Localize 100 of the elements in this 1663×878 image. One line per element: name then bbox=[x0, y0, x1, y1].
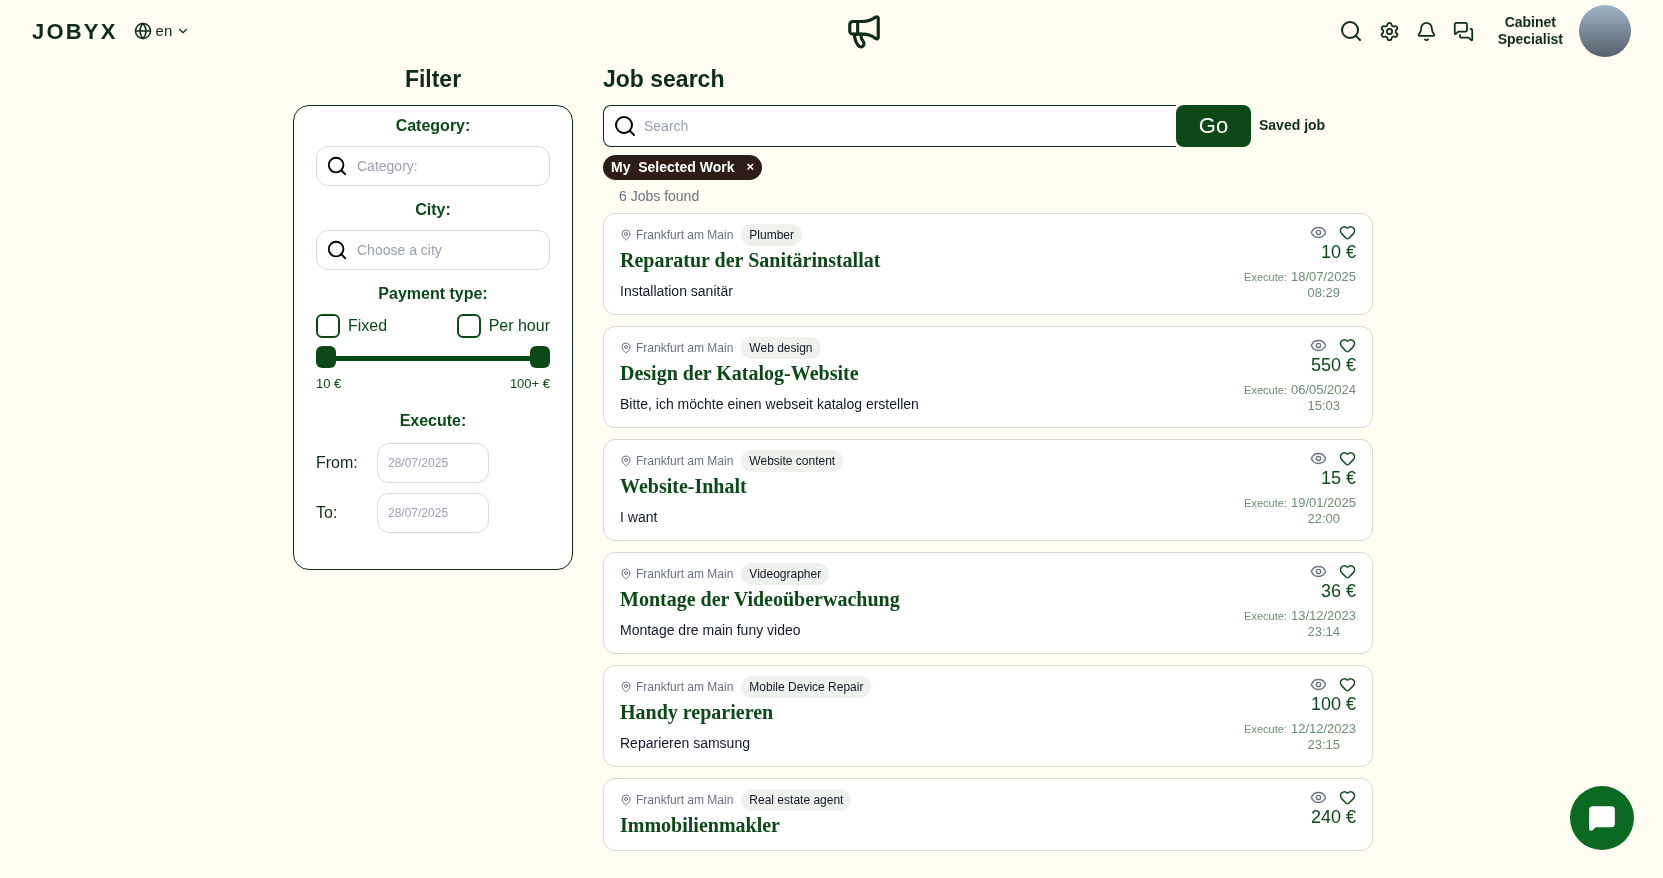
execute-time: 23:15 bbox=[1307, 737, 1340, 754]
location-pin-icon bbox=[620, 680, 632, 693]
job-tag: Web design bbox=[741, 336, 821, 359]
job-price: 10 € bbox=[1320, 240, 1356, 263]
job-tag: Videographer bbox=[741, 562, 830, 585]
job-description: I want bbox=[620, 507, 659, 527]
job-search-title: Job search bbox=[603, 65, 726, 94]
job-title[interactable]: Website-Inhalt bbox=[620, 473, 844, 499]
job-card[interactable]: Frankfurt am Main Web design Design der Katalog-Website Bitte, ich möchte einen webseit katalog erstellen 550 € Execute: 06/05/2024 15:03 bbox=[603, 325, 1373, 428]
city-label: City: bbox=[415, 199, 451, 220]
job-description: Reparieren samsung bbox=[620, 733, 751, 753]
job-title[interactable]: Immobilienmakler bbox=[620, 812, 852, 838]
date-field[interactable]: 28/07/2025 bbox=[377, 443, 489, 483]
price-slider[interactable] bbox=[316, 345, 550, 370]
heart-icon[interactable] bbox=[1339, 449, 1356, 467]
filter-chip[interactable]: My Selected Work × bbox=[603, 154, 763, 180]
job-card[interactable]: Frankfurt am Main Plumber Reparatur der Sanitärinstallat Installation sanitär 10 € Execute: 18/07/2025 08:29 bbox=[603, 212, 1373, 315]
location-pin-icon bbox=[620, 567, 632, 580]
job-tag: Website content bbox=[741, 449, 844, 472]
execute-time: 22:00 bbox=[1307, 511, 1340, 528]
execute-date: 18/07/2025 bbox=[1290, 269, 1356, 286]
search-icon bbox=[326, 238, 348, 261]
job-price: 100 € bbox=[1310, 692, 1356, 715]
job-price: 240 € bbox=[1310, 805, 1356, 828]
job-city: Frankfurt am Main bbox=[636, 791, 734, 809]
job-card[interactable]: Frankfurt am Main Mobile Device Repair Handy reparieren Reparieren samsung 100 € Execute: 12/12/2023 23:15 bbox=[603, 664, 1373, 767]
checkbox[interactable] bbox=[456, 313, 481, 338]
execute-label: Execute: bbox=[1244, 497, 1287, 511]
execute-label: Execute: bbox=[1244, 271, 1287, 285]
date-label: From: bbox=[316, 453, 359, 473]
slider-thumb[interactable] bbox=[316, 345, 336, 368]
job-card[interactable]: Frankfurt am Main Website content Website-Inhalt I want 15 € Execute: 19/01/2025 22:00 bbox=[603, 438, 1373, 541]
heart-icon[interactable] bbox=[1339, 788, 1356, 806]
filter-title: Filter bbox=[404, 65, 462, 94]
job-description: Installation sanitär bbox=[620, 281, 734, 301]
bell-icon[interactable] bbox=[1415, 20, 1437, 42]
execute-label: Execute: bbox=[1244, 610, 1287, 624]
heart-icon[interactable] bbox=[1339, 675, 1356, 693]
date-field[interactable]: 28/07/2025 bbox=[377, 493, 489, 533]
execute-time: 15:03 bbox=[1307, 398, 1340, 415]
job-title[interactable]: Design der Katalog-Website bbox=[620, 360, 919, 386]
job-city: Frankfurt am Main bbox=[636, 339, 734, 357]
min-price: 10 € bbox=[316, 374, 342, 393]
execute-date: 12/12/2023 bbox=[1290, 721, 1356, 738]
settings-icon[interactable] bbox=[1378, 20, 1400, 42]
job-city: Frankfurt am Main bbox=[636, 565, 734, 583]
job-tag: Plumber bbox=[741, 223, 803, 246]
execute-date: 13/12/2023 bbox=[1290, 608, 1356, 625]
job-city: Frankfurt am Main bbox=[636, 678, 734, 696]
job-city: Frankfurt am Main bbox=[636, 226, 734, 244]
execute-time: 23:14 bbox=[1307, 624, 1340, 641]
execute-date: 06/05/2024 bbox=[1290, 382, 1356, 399]
chat-icon[interactable] bbox=[1452, 20, 1474, 42]
job-price: 550 € bbox=[1310, 353, 1356, 376]
city-field[interactable]: Choose a city bbox=[316, 229, 550, 270]
category-field[interactable]: Category: bbox=[316, 145, 550, 186]
job-search-field[interactable]: Search bbox=[603, 104, 1176, 147]
search-icon bbox=[326, 154, 348, 177]
heart-icon[interactable] bbox=[1339, 562, 1356, 580]
go-button[interactable]: Go bbox=[1176, 104, 1251, 147]
execute-date: 19/01/2025 bbox=[1290, 495, 1356, 512]
job-title[interactable]: Montage der Videoüberwachung bbox=[620, 586, 900, 612]
execute-time: 08:29 bbox=[1307, 285, 1340, 302]
job-tag: Real estate agent bbox=[741, 788, 852, 811]
payment-option[interactable]: Per hour bbox=[456, 313, 550, 338]
job-card[interactable]: Frankfurt am Main Real estate agent Immobilienmakler 240 € bbox=[603, 777, 1373, 851]
location-pin-icon bbox=[620, 793, 632, 806]
logo[interactable]: JOBYX bbox=[32, 14, 118, 48]
heart-icon[interactable] bbox=[1339, 336, 1356, 354]
language-selector[interactable]: en bbox=[133, 19, 191, 43]
job-price: 15 € bbox=[1320, 466, 1356, 489]
payment-option[interactable]: Fixed bbox=[316, 313, 388, 338]
user-name[interactable]: Cabinet Specialist bbox=[1497, 13, 1563, 49]
execute-label: Execute: bbox=[1244, 723, 1287, 737]
remove-chip-button[interactable]: × bbox=[746, 157, 755, 177]
globe-icon bbox=[133, 22, 152, 40]
category-label: Category: bbox=[395, 115, 471, 136]
max-price: 100+ € bbox=[509, 374, 550, 393]
jobs-count: 6 Jobs found bbox=[619, 186, 701, 206]
job-description: Montage dre main funy video bbox=[620, 620, 802, 640]
job-title[interactable]: Reparatur der Sanitärinstallat bbox=[620, 247, 881, 273]
job-title[interactable]: Handy reparieren bbox=[620, 699, 872, 725]
search-icon bbox=[613, 113, 637, 138]
saved-job-link[interactable]: Saved job bbox=[1259, 115, 1326, 136]
job-price: 36 € bbox=[1320, 579, 1356, 602]
search-icon[interactable] bbox=[1338, 19, 1363, 43]
message-icon bbox=[1588, 804, 1616, 832]
checkbox[interactable] bbox=[316, 313, 340, 338]
execute-label: Execute: bbox=[1244, 384, 1287, 398]
avatar[interactable] bbox=[1579, 5, 1631, 57]
job-city: Frankfurt am Main bbox=[636, 452, 734, 470]
slider-thumb[interactable] bbox=[530, 345, 550, 368]
heart-icon[interactable] bbox=[1339, 223, 1356, 241]
job-description: Bitte, ich möchte einen webseit katalog erstellen bbox=[620, 394, 919, 414]
job-tag: Mobile Device Repair bbox=[741, 675, 872, 698]
execute-label: Execute: bbox=[399, 411, 467, 431]
location-pin-icon bbox=[620, 341, 632, 354]
job-card[interactable]: Frankfurt am Main Videographer Montage der Videoüberwachung Montage dre main funy video 36 € Execute: 13/12/2023 23:14 bbox=[603, 551, 1373, 654]
date-label: To: bbox=[316, 503, 339, 523]
location-pin-icon bbox=[620, 454, 632, 467]
